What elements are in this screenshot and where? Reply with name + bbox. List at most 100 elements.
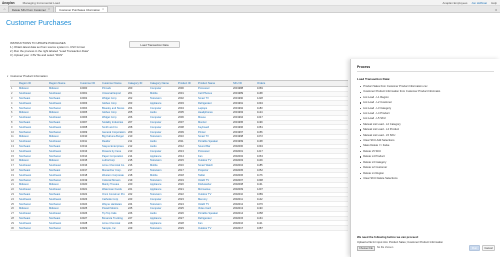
table-cell[interactable]: Midwest (48, 183, 79, 186)
table-cell[interactable]: 1131 (256, 183, 278, 186)
table-cell[interactable]: Northeast (18, 217, 48, 220)
table-cell[interactable]: 2001998 (232, 135, 256, 138)
table-cell[interactable]: 10017 (79, 169, 101, 172)
table-cell[interactable]: 2002009 (232, 188, 256, 191)
table-cell[interactable]: Mouse (197, 116, 232, 119)
table-cell[interactable]: 211 (127, 140, 149, 143)
table-cell[interactable]: 10022 (79, 193, 101, 196)
table-cell[interactable]: Memory (197, 198, 232, 201)
table-cell[interactable]: Southeast (18, 116, 48, 119)
table-cell[interactable]: Southwest (48, 198, 79, 201)
table-cell[interactable]: LuthorCorp (101, 159, 127, 162)
table-cell[interactable]: 215 (127, 159, 149, 162)
choose-file-button[interactable]: Choose File (357, 246, 375, 251)
table-cell[interactable]: 10016 (79, 164, 101, 167)
table-cell[interactable]: OLED TV (197, 203, 232, 206)
table-cell[interactable]: Southeast (18, 164, 48, 167)
table-cell[interactable]: 2001994 (232, 116, 256, 119)
table-cell[interactable]: 10015 (79, 159, 101, 162)
table-cell[interactable]: Southwest (48, 126, 79, 129)
table-cell[interactable]: Tip Top Cafe (101, 212, 127, 215)
table-cell[interactable]: Midwest (18, 111, 48, 114)
table-cell[interactable]: Southwest (18, 198, 48, 201)
table-cell[interactable]: Monarcher Corp. (101, 169, 127, 172)
table-cell[interactable]: Portable Speaker (197, 140, 232, 143)
column-header[interactable]: Orders (256, 81, 278, 86)
table-cell[interactable]: 10002 (79, 97, 101, 100)
table-cell[interactable]: Mobile (149, 164, 177, 167)
table-cell[interactable]: 10010 (79, 135, 101, 138)
table-cell[interactable]: Audio (149, 111, 177, 114)
brand-logo[interactable]: Anaplan (2, 1, 15, 5)
table-cell[interactable]: 207 (127, 121, 149, 124)
table-cell[interactable]: 200 (127, 87, 149, 90)
table-cell[interactable]: Southeast (48, 164, 79, 167)
table-cell[interactable]: 2002007 (232, 179, 256, 182)
table-cell[interactable]: 2005 (177, 111, 197, 114)
table-cell[interactable]: 220 (127, 183, 149, 186)
table-cell[interactable]: 1098 (256, 179, 278, 182)
home-icon[interactable]: ⌂ (2, 6, 7, 11)
table-cell[interactable]: 2019 (177, 179, 197, 182)
chevron-down-icon[interactable]: ▾ (7, 75, 8, 78)
table-cell[interactable]: Smart TV (197, 97, 232, 100)
table-cell[interactable]: Southeast (18, 92, 48, 95)
table-cell[interactable]: Midwest (18, 135, 48, 138)
table-cell[interactable]: 1076 (256, 203, 278, 206)
table-cell[interactable]: 1089 (256, 193, 278, 196)
table-cell[interactable]: Midwest (48, 207, 79, 210)
table-cell[interactable]: Appliance (149, 222, 177, 225)
table-cell[interactable]: Northeast (48, 169, 79, 172)
close-icon[interactable]: ✕ (48, 8, 50, 11)
table-cell[interactable]: Midwest (48, 111, 79, 114)
table-cell[interactable]: 214 (127, 155, 149, 158)
table-cell[interactable]: 1109 (256, 159, 278, 162)
table-cell[interactable]: Keyboard (197, 126, 232, 129)
table-cell[interactable]: Smith and Co (101, 126, 127, 129)
column-header[interactable]: Customer Name (101, 81, 127, 86)
table-cell[interactable]: Southeast (48, 116, 79, 119)
table-cell[interactable]: Appliance (149, 217, 177, 220)
table-cell[interactable]: Portable Speaker (197, 212, 232, 215)
table-cell[interactable]: Printer (197, 131, 232, 134)
table-cell[interactable]: 1069 (256, 87, 278, 90)
table-cell[interactable]: Television (149, 159, 177, 162)
table-cell[interactable]: Microwave (197, 188, 232, 191)
table-cell[interactable]: 10024 (79, 203, 101, 206)
table-cell[interactable]: 2001 (177, 92, 197, 95)
table-cell[interactable]: 2002016 (232, 222, 256, 225)
table-cell[interactable]: 10020 (79, 183, 101, 186)
table-cell[interactable]: Northeast (18, 97, 48, 100)
file-input[interactable]: Choose File No file chosen (357, 246, 393, 251)
table-cell[interactable]: 10026 (79, 212, 101, 215)
table-cell[interactable]: Wayne Hardware (101, 203, 127, 206)
table-cell[interactable]: Sodality Industries (101, 121, 127, 124)
table-cell[interactable]: 1094 (256, 145, 278, 148)
table-cell[interactable]: Northwest (48, 179, 79, 182)
table-cell[interactable]: Northeast (48, 121, 79, 124)
table-cell[interactable]: 2002000 (232, 145, 256, 148)
table-cell[interactable]: Television (149, 193, 177, 196)
user-menu[interactable]: Jon Hoffman (471, 1, 487, 5)
table-cell[interactable]: Southwest (18, 126, 48, 129)
table-cell[interactable]: Cathode Corp (101, 198, 127, 201)
table-cell[interactable]: 2002017 (232, 227, 256, 230)
table-cell[interactable]: General Corporation (101, 131, 127, 134)
table-cell[interactable]: Midwest (18, 183, 48, 186)
table-cell[interactable]: 2006 (177, 116, 197, 119)
tab-delete-sku[interactable]: Delete SKU from Customer ✕ (8, 6, 55, 12)
table-cell[interactable]: Midwest (48, 159, 79, 162)
workspace-link[interactable]: Anaplan Employees (443, 1, 468, 5)
table-cell[interactable]: 2028 (177, 222, 197, 225)
table-cell[interactable]: Northwest (48, 107, 79, 110)
table-cell[interactable]: Widget Corp (101, 97, 127, 100)
table-cell[interactable]: 202 (127, 97, 149, 100)
table-cell[interactable]: Computer (149, 126, 177, 129)
table-cell[interactable]: 10003 (79, 102, 101, 105)
table-cell[interactable]: 213 (127, 150, 149, 153)
table-cell[interactable]: Universal Export (101, 92, 127, 95)
table-cell[interactable]: 203 (127, 102, 149, 105)
table-cell[interactable]: 10000 (79, 87, 101, 90)
app-name[interactable]: Managing Incremental Load (23, 1, 60, 5)
table-cell[interactable]: Southeast (18, 212, 48, 215)
